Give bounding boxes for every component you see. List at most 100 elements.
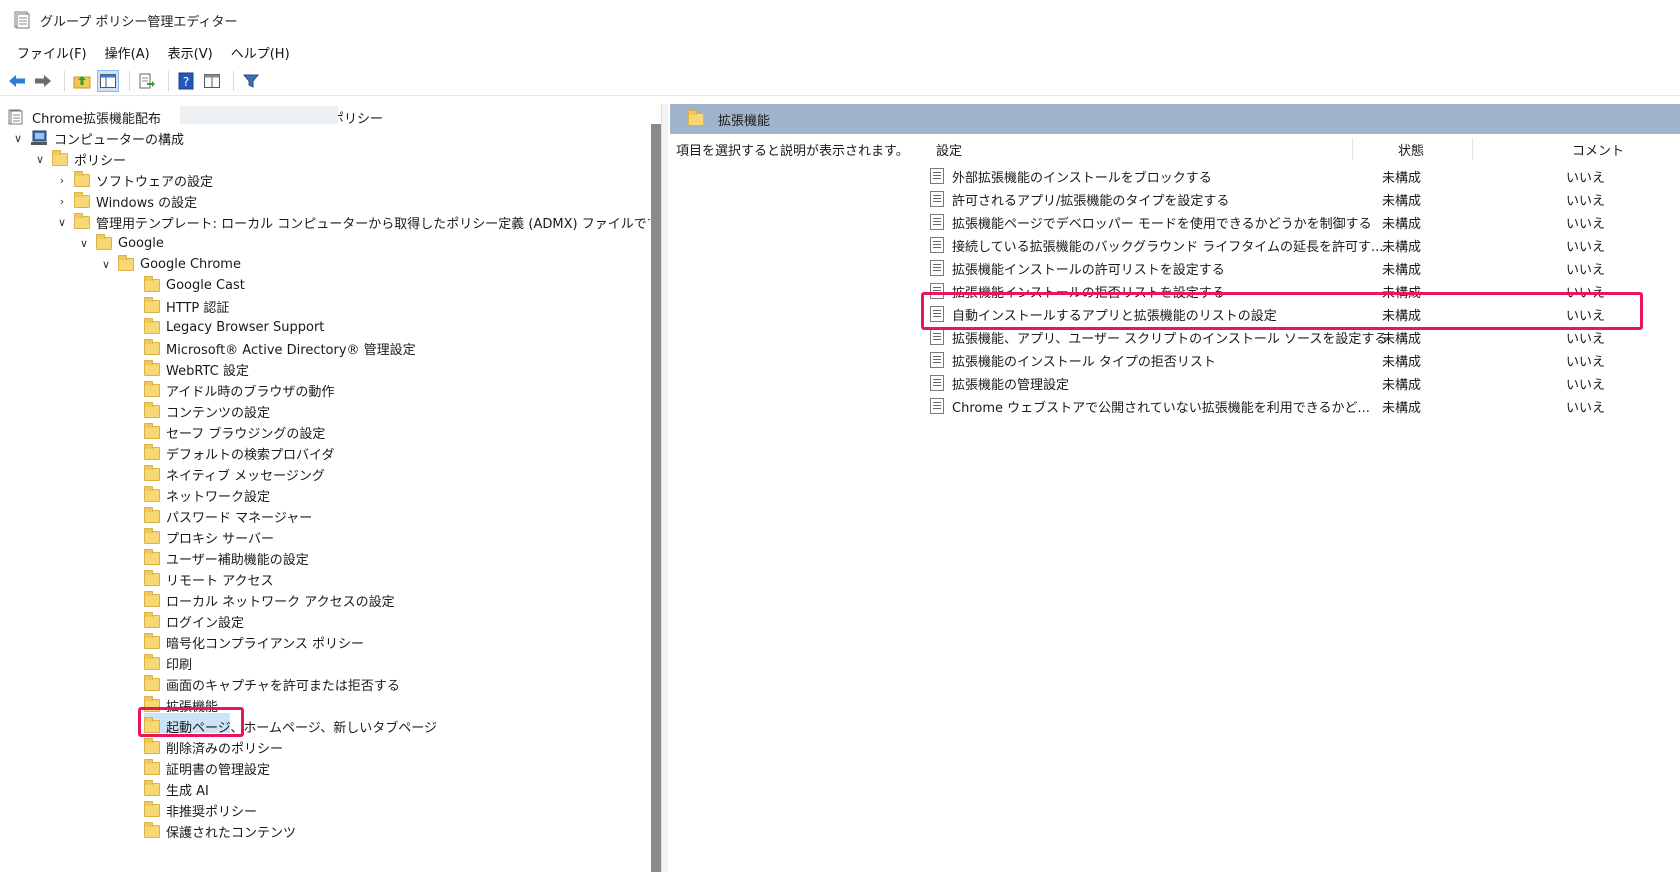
policy-state: 未構成 [1382,331,1422,347]
folder-icon [144,401,160,418]
tree-scrollbar[interactable] [651,124,661,872]
chevron-down-icon[interactable]: ∨ [10,130,26,146]
policy-name: 拡張機能のインストール タイプの拒否リスト [952,354,1216,370]
policy-setting-icon [930,260,944,276]
policy-name: 拡張機能インストールの許可リストを設定する [952,262,1225,278]
policy-comment: いいえ [1566,216,1606,232]
menu-help[interactable]: ヘルプ(H) [222,43,299,62]
chevron-right-icon[interactable]: › [54,193,70,209]
tree-item-chrome-child[interactable]: Microsoft® Active Directory® 管理設定 [144,337,416,359]
tree-item-chrome-child[interactable]: プロキシ サーバー [144,526,274,548]
tree-item-chrome-child[interactable]: デフォルトの検索プロバイダ [144,442,334,464]
console-tree-icon [100,73,116,88]
tree-item-computer-config[interactable]: ∨ コンピューターの構成 [10,127,184,149]
column-header-state[interactable]: 状態 [1398,140,1424,159]
details-header: 拡張機能 [670,104,1680,134]
tree-item-chrome-child[interactable]: 保護されたコンテンツ [144,820,296,842]
tree-item-chrome-child[interactable]: 削除済みのポリシー [144,736,283,758]
tree-item-chrome-child[interactable]: ユーザー補助機能の設定 [144,547,309,569]
policy-row[interactable]: 拡張機能インストールの許可リストを設定する 未構成 いいえ [930,257,1630,279]
menu-bar: ファイル(F) 操作(A) 表示(V) ヘルプ(H) [0,40,1680,64]
filter-button[interactable] [240,70,262,92]
folder-icon [144,506,160,523]
column-header-setting[interactable]: 設定 [936,140,962,159]
tree-item-chrome-child[interactable]: 非推奨ポリシー [144,799,257,821]
tree-item-chrome-child[interactable]: パスワード マネージャー [144,505,312,527]
chevron-down-icon[interactable]: ∨ [32,151,48,167]
folder-icon [144,338,160,355]
tree-item-chrome-child[interactable]: ネイティブ メッセージング [144,463,325,485]
tree-item-chrome-child[interactable]: アイドル時のブラウザの動作 [144,379,334,401]
help-button[interactable]: ? [175,70,197,92]
policy-name: 外部拡張機能のインストールをブロックする [952,170,1212,186]
policy-row[interactable]: 拡張機能のインストール タイプの拒否リスト 未構成 いいえ [930,349,1630,371]
tree-item-label: ネイティブ メッセージング [166,468,325,484]
tree-item-label: Google Cast [166,277,245,293]
folder-icon [74,170,90,187]
policy-row[interactable]: 外部拡張機能のインストールをブロックする 未構成 いいえ [930,165,1630,187]
tree-item-label: 画面のキャプチャを許可または拒否する [166,678,400,694]
tree-item-software-settings[interactable]: › ソフトウェアの設定 [54,169,213,191]
chevron-down-icon[interactable]: ∨ [76,235,92,251]
column-divider[interactable] [1352,138,1353,160]
back-button[interactable] [6,70,28,92]
menu-action[interactable]: 操作(A) [96,43,159,62]
chevron-right-icon[interactable]: › [54,172,70,188]
policy-setting-icon [930,375,944,391]
tree-item-chrome-child[interactable]: ローカル ネットワーク アクセスの設定 [144,589,395,611]
chevron-down-icon[interactable]: ∨ [98,256,114,272]
policy-comment: いいえ [1566,193,1606,209]
tree-item-google[interactable]: ∨ Google [76,232,164,254]
tree-item-label: HTTP 認証 [166,300,230,316]
tree-item-label: ソフトウェアの設定 [96,174,214,190]
tree-item-chrome-child[interactable]: ログイン設定 [144,610,244,632]
extended-view-button[interactable] [201,70,223,92]
tree-item-label: 印刷 [166,657,193,673]
column-divider[interactable] [1472,138,1473,160]
pane-splitter[interactable] [661,104,668,872]
menu-file[interactable]: ファイル(F) [8,43,96,62]
folder-icon [52,149,68,166]
tree-item-chrome-child[interactable]: リモート アクセス [144,568,273,590]
column-header-comment[interactable]: コメント [1572,140,1624,159]
tree-item-chrome-child[interactable]: セーフ ブラウジングの設定 [144,421,325,443]
tree-item-chrome-child[interactable]: ネットワーク設定 [144,484,270,506]
menu-view[interactable]: 表示(V) [159,43,222,62]
policy-state: 未構成 [1382,377,1422,393]
tree-item-chrome-child[interactable]: Google Cast [144,274,245,296]
chevron-down-icon[interactable]: ∨ [54,214,70,230]
tree-item-google-chrome[interactable]: ∨ Google Chrome [98,253,241,275]
policy-row[interactable]: Chrome ウェブストアで公開されていない拡張機能を利用できるかど... 未構成… [930,395,1630,417]
tree-item-windows-settings[interactable]: › Windows の設定 [54,190,197,212]
tree-item-chrome-child[interactable]: 画面のキャプチャを許可または拒否する [144,673,400,695]
policy-row[interactable]: 拡張機能の管理設定 未構成 いいえ [930,372,1630,394]
up-one-level-button[interactable] [71,70,93,92]
tree-item-chrome-child[interactable]: WebRTC 設定 [144,358,249,380]
tree-item-label: Windows の設定 [96,195,198,211]
tree-item-chrome-child[interactable]: Legacy Browser Support [144,316,324,338]
tree-item-chrome-child[interactable]: 生成 AI [144,778,209,800]
policy-comment: いいえ [1566,331,1606,347]
tree-item-chrome-child[interactable]: コンテンツの設定 [144,400,270,422]
policy-row[interactable]: 接続している拡張機能のバックグラウンド ライフタイムの延長を許可す... 未構成 い… [930,234,1630,256]
tree-item-chrome-child[interactable]: 証明書の管理設定 [144,757,270,779]
folder-icon [144,779,160,796]
show-hide-console-tree-button[interactable] [97,69,119,92]
export-list-button[interactable] [136,70,158,92]
tree-item-chrome-child[interactable]: 印刷 [144,652,192,674]
policy-row[interactable]: 許可されるアプリ/拡張機能のタイプを設定する 未構成 いいえ [930,188,1630,210]
folder-icon [144,611,160,628]
tree-item-label: 暗号化コンプライアンス ポリシー [166,636,364,652]
policy-row[interactable]: 拡張機能ページでデベロッパー モードを使用できるかどうかを制御する 未構成 いいえ [930,211,1630,233]
tree-item-chrome-child[interactable]: 暗号化コンプライアンス ポリシー [144,631,364,653]
folder-icon [144,674,160,691]
folder-icon [144,548,160,565]
tree-item-label: デフォルトの検索プロバイダ [166,447,335,463]
help-icon: ? [178,72,194,89]
folder-icon [74,212,90,229]
tree-item-admin-templates[interactable]: ∨ 管理用テンプレート: ローカル コンピューターから取得したポリシー定義 (A… [54,211,650,233]
forward-button[interactable] [32,70,54,92]
tree-item-policies[interactable]: ∨ ポリシー [32,148,126,170]
policy-comment: いいえ [1566,377,1606,393]
tree-item-chrome-child[interactable]: HTTP 認証 [144,295,229,317]
